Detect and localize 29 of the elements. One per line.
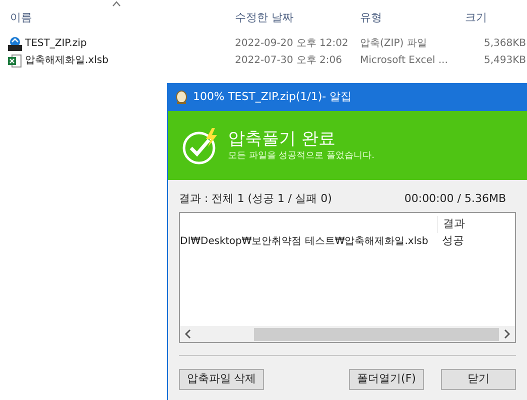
file-path-cell-text: DI₩Desktop₩보안취약점 테스트₩압축해제화일.xlsb	[180, 235, 430, 249]
file-size: 5,493KB	[484, 55, 526, 66]
status-heading: 압축풀기 완료	[228, 128, 336, 150]
column-header[interactable]: 유형	[360, 10, 382, 24]
horizontal-scrollbar[interactable]	[180, 326, 515, 342]
open-folder-button[interactable]: 폴더열기(F)	[349, 369, 424, 390]
file-name[interactable]: 압축해제화일.xlsb	[25, 53, 108, 68]
elapsed-size: 00:00:00 / 5.36MB	[404, 190, 506, 207]
column-header[interactable]: 결과	[437, 216, 465, 233]
file-type: 압축(ZIP) 파일	[360, 38, 427, 49]
zip-file-icon	[8, 36, 22, 50]
spreadsheet-file-icon	[8, 54, 22, 68]
modified-date: 2022-09-20 오후 12:02	[235, 38, 348, 49]
checkmark-lightning-icon	[182, 126, 220, 164]
status-message: 모든 파일을 성공적으로 풀었습니다.	[228, 150, 374, 163]
column-header[interactable]: 이름	[10, 10, 32, 24]
delete-archive-button[interactable]: 압축파일 삭제	[179, 369, 264, 390]
file-size: 5,368KB	[484, 38, 526, 49]
window-title: 100% TEST_ZIP.zip(1/1)- 알집	[193, 88, 352, 105]
result-cell-text: 성공	[441, 233, 464, 250]
column-header[interactable]: 수정한 날짜	[235, 10, 294, 24]
result-summary: 결과 : 전체 1 (성공 1 / 실패 0)	[179, 190, 332, 207]
close-button[interactable]: 닫기	[441, 369, 516, 390]
sort-caret-icon	[112, 1, 121, 7]
egg-icon	[175, 90, 188, 104]
file-name[interactable]: TEST_ZIP.zip	[25, 36, 87, 51]
file-type: Microsoft Excel ...	[360, 55, 448, 66]
modified-date: 2022-07-30 오후 2:06	[235, 55, 342, 66]
column-header[interactable]: 크기	[465, 10, 487, 24]
